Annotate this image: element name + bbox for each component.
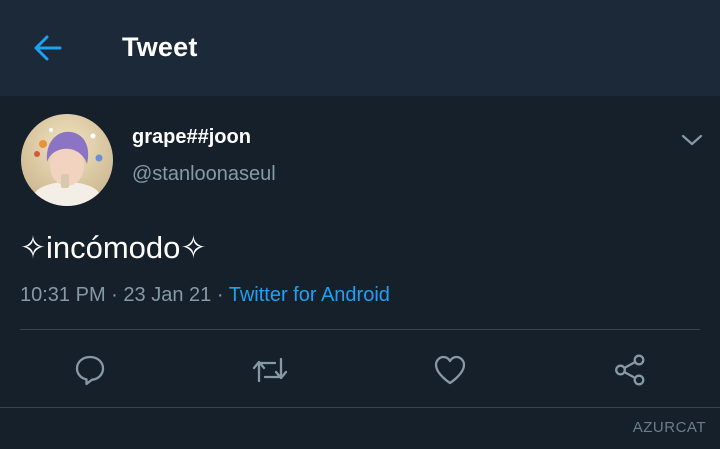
avatar[interactable] (21, 114, 113, 206)
divider (0, 407, 720, 408)
back-button[interactable] (22, 28, 74, 68)
reply-icon (75, 355, 105, 386)
tweet-text: ✧incómodo✧ (20, 230, 207, 265)
chevron-down-icon (681, 134, 703, 146)
back-arrow-icon (34, 35, 62, 61)
avatar-image (21, 114, 113, 206)
divider (20, 329, 700, 330)
tweet-source-link[interactable]: Twitter for Android (229, 284, 390, 306)
tweet-time: 10:31 PM (20, 284, 106, 306)
meta-separator: · (111, 284, 118, 306)
app-bar: Tweet (0, 0, 720, 96)
author-handle[interactable]: @stanloonaseul (132, 163, 276, 186)
like-icon (434, 355, 466, 385)
page-title: Tweet (122, 32, 198, 62)
tweet-actions (0, 340, 720, 400)
tweet-date: 23 Jan 21 (123, 284, 212, 306)
like-button[interactable] (428, 348, 472, 392)
retweet-icon (252, 357, 288, 383)
reply-button[interactable] (68, 348, 112, 392)
more-options-button[interactable] (678, 128, 706, 152)
tweet-meta: 10:31 PM · 23 Jan 21 · Twitter for Andro… (20, 284, 390, 307)
share-button[interactable] (608, 348, 652, 392)
author-name[interactable]: grape##joon (132, 126, 251, 149)
meta-separator: · (216, 284, 224, 306)
watermark: AZURCAT (632, 419, 706, 436)
share-icon (615, 354, 645, 386)
retweet-button[interactable] (248, 348, 292, 392)
